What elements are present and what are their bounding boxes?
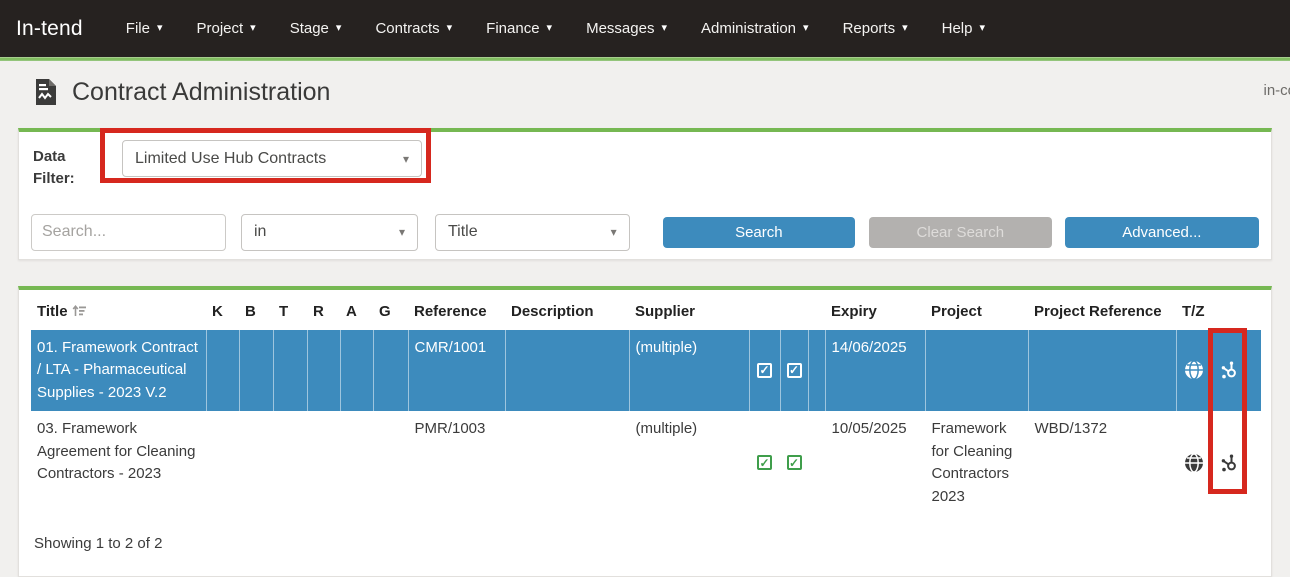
column-header-project-reference[interactable]: Project Reference	[1028, 290, 1176, 330]
cell-project: Framework for Cleaning Contractors 2023	[925, 411, 1028, 515]
cell-title: 01. Framework Contract / LTA - Pharmaceu…	[31, 330, 206, 412]
cell-expiry: 10/05/2025	[825, 411, 925, 515]
column-header-title[interactable]: Title	[31, 290, 206, 330]
column-header-k[interactable]: K	[206, 290, 239, 330]
app-brand[interactable]: In-tend	[16, 17, 83, 41]
sort-icon[interactable]	[72, 304, 87, 318]
menu-reports-label: Reports	[843, 20, 896, 37]
menu-help[interactable]: Help ▾	[925, 11, 1002, 46]
menu-contracts[interactable]: Contracts ▾	[358, 11, 469, 46]
checkbox-icon[interactable]: ✓	[757, 363, 772, 378]
caret-down-icon: ▾	[661, 23, 667, 34]
cell-reference: CMR/1001	[408, 330, 505, 412]
cell-project	[925, 330, 1028, 412]
menu-reports[interactable]: Reports ▾	[826, 11, 925, 46]
column-header-r[interactable]: R	[307, 290, 340, 330]
cell-description	[505, 330, 629, 412]
column-header-expiry[interactable]: Expiry	[825, 290, 925, 330]
column-header-t[interactable]: T	[273, 290, 307, 330]
menu-project-label: Project	[196, 20, 243, 37]
checkbox-icon[interactable]: ✓	[787, 363, 802, 378]
data-filter-select[interactable]: Limited Use Hub Contracts ▾	[122, 140, 422, 177]
header-right-text: in-co	[1263, 82, 1290, 99]
menu-stage-label: Stage	[290, 20, 329, 37]
column-header-a[interactable]: A	[340, 290, 373, 330]
column-header-supplier[interactable]: Supplier	[629, 290, 749, 330]
search-field-select[interactable]: Title ▾	[435, 214, 630, 251]
page-title: Contract Administration	[72, 78, 330, 107]
menu-administration-label: Administration	[701, 20, 796, 37]
menu-project[interactable]: Project ▾	[179, 11, 272, 46]
menu-contracts-label: Contracts	[375, 20, 439, 37]
contract-document-icon	[34, 78, 58, 106]
globe-icon[interactable]	[1184, 360, 1204, 380]
column-header-project[interactable]: Project	[925, 290, 1028, 330]
caret-down-icon: ▾	[611, 225, 617, 239]
search-button[interactable]: Search	[663, 217, 855, 248]
search-input[interactable]	[31, 214, 226, 251]
cell-title: 03. Framework Agreement for Cleaning Con…	[31, 411, 206, 515]
caret-down-icon: ▾	[336, 23, 342, 34]
column-header-tz[interactable]: T/Z	[1176, 290, 1261, 330]
column-header-reference[interactable]: Reference	[408, 290, 505, 330]
clear-search-button[interactable]: Clear Search	[869, 217, 1052, 248]
menu-help-label: Help	[942, 20, 973, 37]
caret-down-icon: ▾	[250, 23, 256, 34]
cell-supplier: (multiple)	[629, 411, 749, 515]
search-in-select[interactable]: in ▾	[241, 214, 418, 251]
caret-down-icon: ▾	[399, 225, 405, 239]
search-in-value: in	[254, 223, 266, 241]
data-filter-value: Limited Use Hub Contracts	[135, 150, 326, 168]
caret-down-icon: ▾	[803, 23, 809, 34]
contracts-table-panel: Title K B T R A G Reference Description …	[18, 286, 1272, 577]
caret-down-icon: ▾	[447, 23, 453, 34]
menu-messages[interactable]: Messages ▾	[569, 11, 684, 46]
menu-messages-label: Messages	[586, 20, 654, 37]
table-header-row: Title K B T R A G Reference Description …	[31, 290, 1261, 330]
menu-file[interactable]: File ▾	[109, 11, 180, 46]
column-header-description[interactable]: Description	[505, 290, 629, 330]
cell-project-reference	[1028, 330, 1176, 412]
data-filter-label: Data Filter:	[33, 140, 105, 190]
filter-panel: Data Filter: Limited Use Hub Contracts ▾…	[18, 128, 1272, 260]
cell-project-reference: WBD/1372	[1028, 411, 1176, 515]
results-count-text: Showing 1 to 2 of 2	[31, 515, 1259, 568]
cell-expiry: 14/06/2025	[825, 330, 925, 412]
menu-administration[interactable]: Administration ▾	[684, 11, 826, 46]
caret-down-icon: ▾	[403, 152, 409, 166]
caret-down-icon: ▾	[547, 23, 553, 34]
top-navbar: In-tend File ▾ Project ▾ Stage ▾ Contrac…	[0, 0, 1290, 57]
page-header: Contract Administration in-co	[0, 61, 1290, 123]
main-menu: File ▾ Project ▾ Stage ▾ Contracts ▾ Fin…	[109, 11, 1002, 46]
cell-supplier: (multiple)	[629, 330, 749, 412]
column-header-title-label: Title	[37, 303, 68, 320]
checkbox-icon[interactable]: ✓	[757, 455, 772, 470]
table-row[interactable]: 03. Framework Agreement for Cleaning Con…	[31, 411, 1261, 515]
hub-icon[interactable]	[1219, 360, 1239, 380]
caret-down-icon: ▾	[157, 23, 163, 34]
cell-reference: PMR/1003	[408, 411, 505, 515]
caret-down-icon: ▾	[902, 23, 908, 34]
checkbox-icon[interactable]: ✓	[787, 455, 802, 470]
column-header-g[interactable]: G	[373, 290, 408, 330]
globe-icon[interactable]	[1184, 453, 1204, 473]
advanced-search-button[interactable]: Advanced...	[1065, 217, 1259, 248]
column-header-b[interactable]: B	[239, 290, 273, 330]
menu-finance-label: Finance	[486, 20, 539, 37]
search-field-value: Title	[448, 223, 478, 241]
menu-file-label: File	[126, 20, 150, 37]
hub-icon[interactable]	[1219, 453, 1239, 473]
contract-administration-page: { "navbar": { "brand": "In-tend", "menus…	[0, 0, 1290, 569]
cell-description	[505, 411, 629, 515]
caret-down-icon: ▾	[979, 23, 985, 34]
table-row[interactable]: 01. Framework Contract / LTA - Pharmaceu…	[31, 330, 1261, 412]
menu-stage[interactable]: Stage ▾	[273, 11, 359, 46]
contracts-table: Title K B T R A G Reference Description …	[31, 290, 1261, 516]
menu-finance[interactable]: Finance ▾	[469, 11, 569, 46]
